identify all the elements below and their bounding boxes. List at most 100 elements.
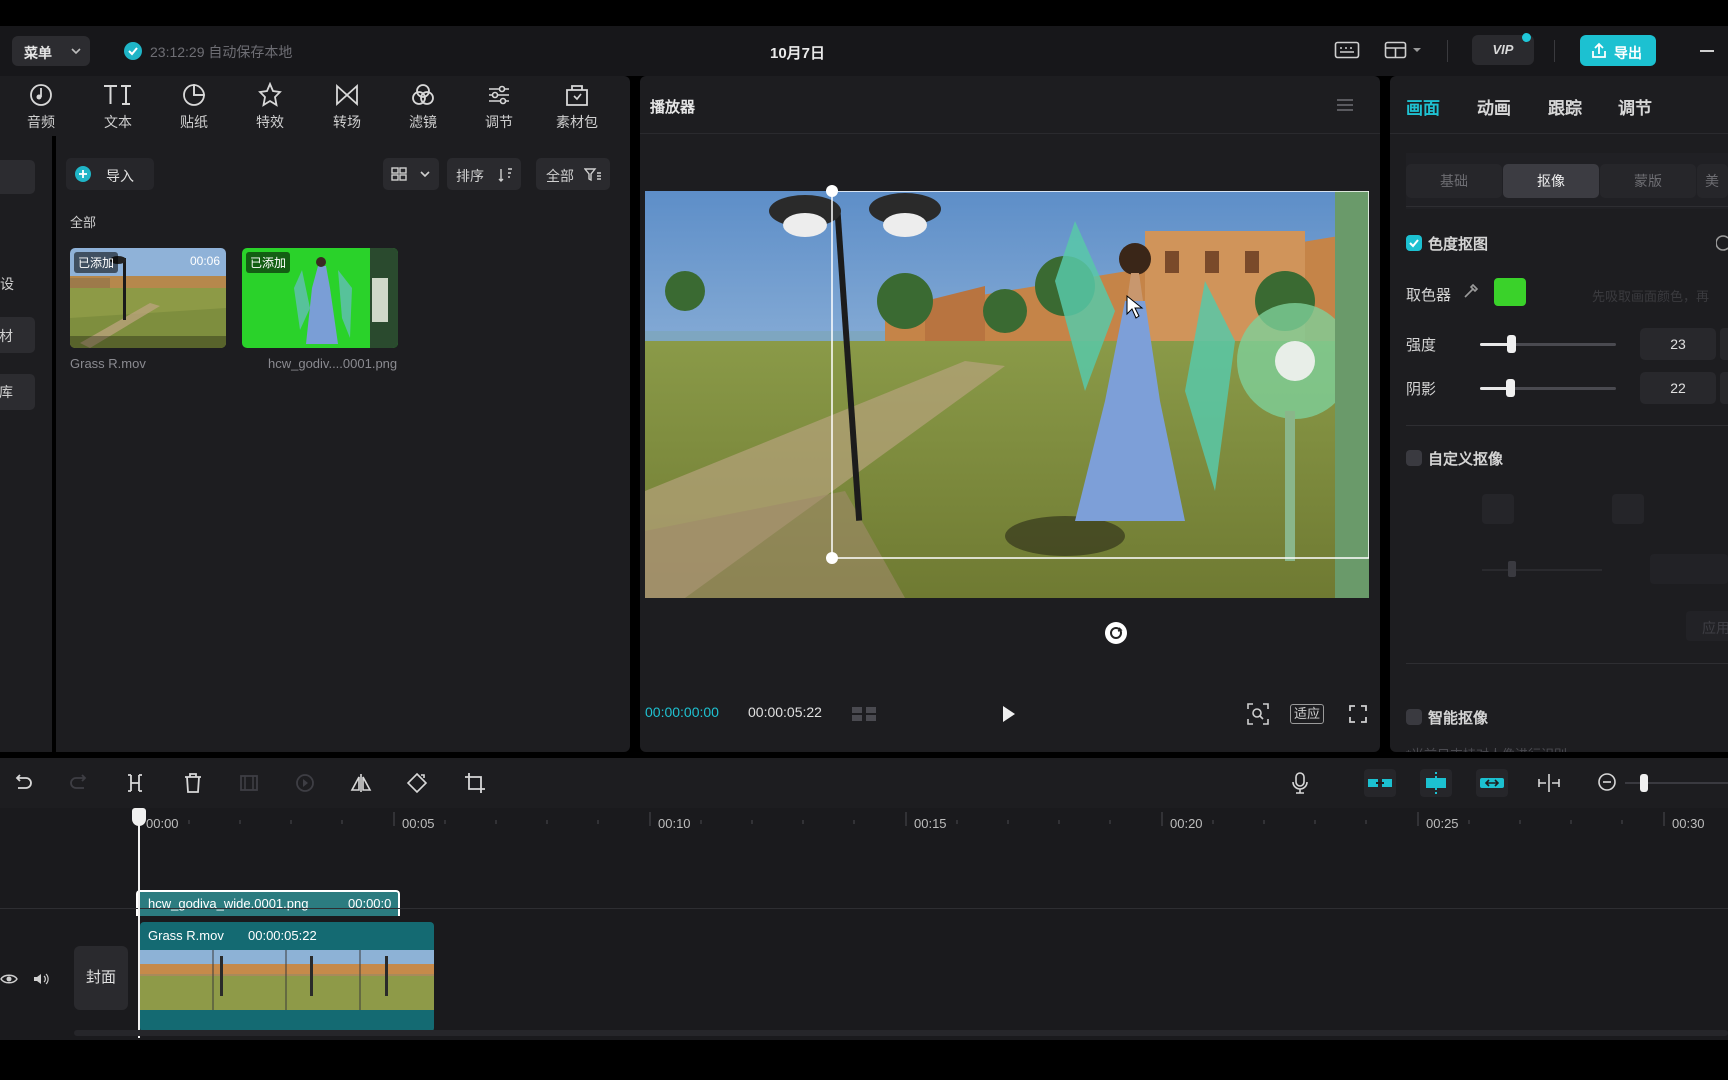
resize-handle[interactable] [826,185,838,197]
adjust-icon [489,85,509,105]
crop-icon[interactable] [464,772,486,794]
tool-package[interactable]: 素材包 [545,82,609,132]
autosave-status: 23:12:29 自动保存本地 [150,44,293,60]
category-item[interactable]: 预设 [0,274,14,294]
audio-volume-icon[interactable] [32,972,50,986]
shadow-stepper[interactable] [1720,372,1728,404]
chevron-down-icon [71,48,81,55]
intensity-input[interactable]: 23 [1640,328,1716,360]
intensity-stepper[interactable] [1720,328,1728,360]
microphone-icon[interactable] [1290,771,1310,795]
resize-handle[interactable] [826,552,838,564]
top-bar: 菜单 23:12:29 自动保存本地 10月7日 VIP 导出 [0,26,1728,76]
intensity-slider[interactable] [1480,335,1616,353]
zoom-view-icon[interactable] [1246,702,1270,726]
tool-text[interactable]: 文本 [88,82,148,132]
subtab-beauty[interactable]: 美 [1697,164,1728,198]
link-icon [1368,779,1392,787]
shadow-slider[interactable] [1480,379,1616,397]
minimize-icon[interactable] [1700,50,1714,52]
view-mode-dropdown[interactable] [383,158,439,190]
zoom-out-icon[interactable] [1597,772,1619,794]
undo-icon[interactable] [12,772,34,794]
chroma-key-checkbox[interactable] [1406,235,1422,251]
time-ruler: 00:00 00:05 00:10 00:15 00:20 00:25 00:3… [68,808,1728,844]
layout-icon[interactable] [1384,40,1424,60]
shadow-knob[interactable] [1506,379,1515,397]
filter-button[interactable]: 全部 [536,158,610,190]
project-title[interactable]: 10月7日 [770,42,825,63]
smart-key-checkbox[interactable] [1406,709,1422,725]
reverse-icon[interactable] [294,772,316,794]
export-button[interactable]: 导出 [1580,35,1656,66]
import-button[interactable]: 导入 [66,158,154,190]
smart-key-label: 智能抠像 [1428,710,1489,727]
subtab-basic[interactable]: 基础 [1406,164,1502,198]
play-icon[interactable] [998,704,1018,724]
mirror-icon[interactable] [350,772,372,794]
divider [640,133,1380,134]
eyedropper-icon[interactable] [1462,282,1480,300]
category-selected[interactable] [0,160,35,194]
category-item[interactable]: 库 [0,382,13,402]
tab-animation[interactable]: 动画 [1477,94,1511,119]
waveform-icon[interactable] [850,704,880,724]
main-clip[interactable]: Grass R.mov 00:00:05:22 [140,922,434,1032]
main-track-magnet-toggle[interactable] [1476,769,1508,797]
shadow-input[interactable]: 22 [1640,372,1716,404]
tool-filter[interactable]: 滤镜 [393,82,453,132]
timeline-scrollbar[interactable] [74,1030,1728,1036]
media-panel: 导入 排序 全部 全部 已添加 00:06 Grass R.mov 已添加 hc… [56,136,630,752]
playhead-handle[interactable] [132,808,146,826]
rotate-handle[interactable] [1105,622,1127,644]
section-label: 全部 [70,215,97,230]
left-category-strip: 预设 材 库 [0,136,52,752]
reset-icon[interactable] [1716,234,1728,252]
subtab-cutout[interactable]: 抠像 [1503,164,1599,198]
visibility-eye-icon[interactable] [0,972,18,986]
rotate-clip-icon[interactable] [406,772,428,794]
media-item[interactable]: 已添加 00:06 [70,248,226,348]
playhead[interactable] [138,814,140,1038]
fit-ratio-button[interactable]: 适应 [1290,704,1324,724]
grid-view-icon [391,167,407,181]
delete-icon[interactable] [182,772,204,794]
autosave-check-icon [124,42,142,60]
package-icon [566,85,588,106]
tab-tracking[interactable]: 跟踪 [1548,94,1582,119]
picked-color-swatch[interactable] [1494,278,1526,306]
split-icon[interactable] [124,772,146,794]
player-menu-icon[interactable] [1336,98,1354,112]
tool-adjust[interactable]: 调节 [469,82,529,132]
overlay-clip[interactable]: hcw_godiva_wide.0001.png 00:00:0 [136,890,400,916]
custom-size-input [1650,554,1728,584]
zoom-knob[interactable] [1640,774,1648,792]
shortcut-keyboard-icon[interactable] [1334,40,1360,60]
category-item[interactable]: 材 [0,326,13,346]
video-preview[interactable] [645,191,1369,598]
intensity-knob[interactable] [1507,335,1516,353]
tool-sticker[interactable]: 贴纸 [164,82,224,132]
subtab-mask[interactable]: 蒙版 [1600,164,1696,198]
menu-button[interactable]: 菜单 [12,36,90,66]
cover-button[interactable]: 封面 [74,946,128,1010]
snap-toggle[interactable] [1364,769,1396,797]
preview-axis-toggle[interactable] [1420,769,1452,797]
tool-audio[interactable]: 音频 [11,82,71,132]
tool-transition[interactable]: 转场 [317,82,377,132]
media-item[interactable]: 已添加 [242,248,398,348]
custom-tool-brush [1482,494,1514,524]
tab-adjust[interactable]: 调节 [1618,94,1652,119]
fullscreen-icon[interactable] [1348,704,1368,724]
sort-button[interactable]: 排序 [447,158,521,190]
subtab-bar: 基础 抠像 蒙版 美 [1406,153,1728,209]
tool-effects[interactable]: 特效 [240,82,300,132]
split-align-icon[interactable] [1536,772,1562,794]
custom-key-checkbox[interactable] [1406,450,1422,466]
tab-picture[interactable]: 画面 [1406,94,1440,119]
redo-icon[interactable] [68,772,90,794]
filter-icon [412,84,434,105]
freeze-frame-icon[interactable] [238,772,260,794]
media-filename: Grass R.mov [70,356,146,371]
total-time: 00:00:05:22 [748,704,822,720]
